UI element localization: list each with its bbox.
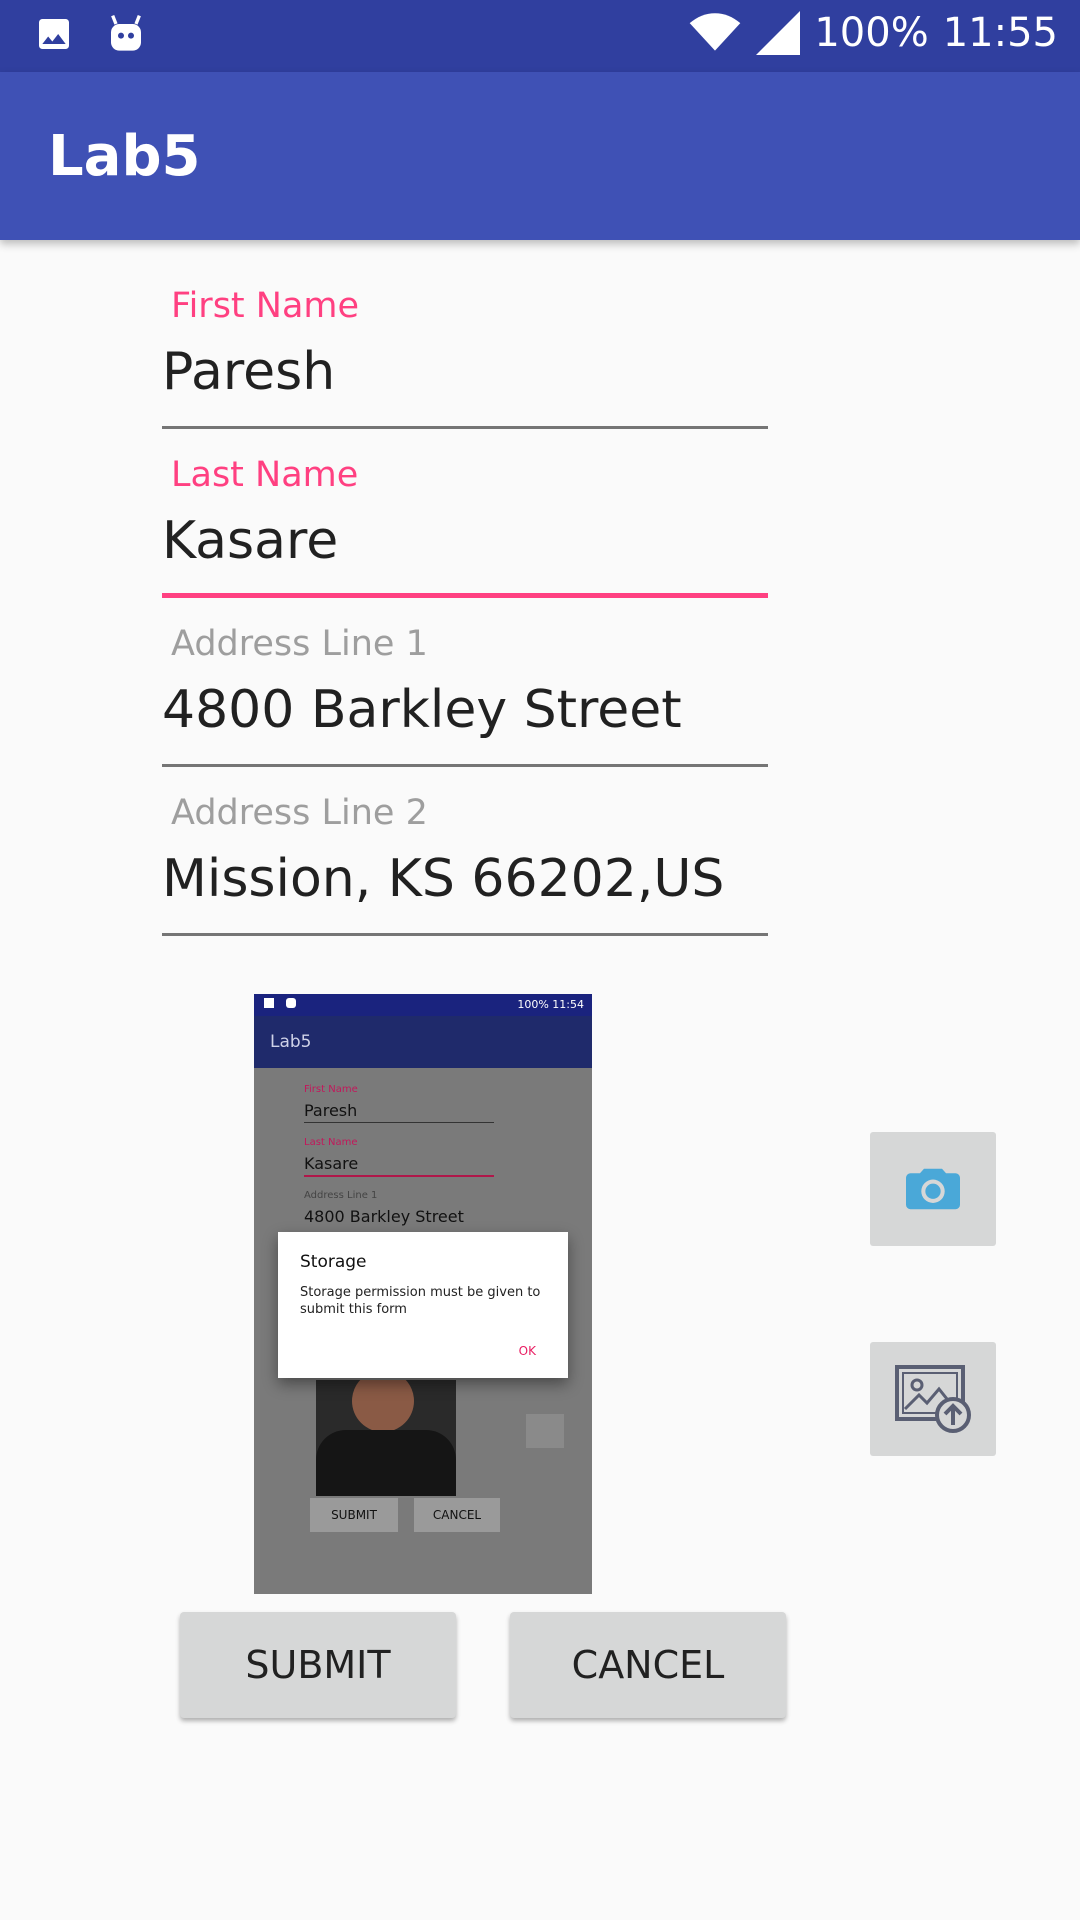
thumb-submit-button: SUBMIT <box>310 1498 398 1532</box>
thumb-gallery-button <box>526 1414 564 1448</box>
thumb-address-1: Address Line 1 4800 Barkley Street <box>304 1190 494 1226</box>
last-name-field[interactable]: Last Name Kasare <box>162 455 768 605</box>
thumb-status-text: 100% 11:54 <box>517 998 584 1011</box>
android-icon <box>111 15 141 51</box>
first-name-input[interactable]: Paresh <box>162 342 335 402</box>
thumb-address-1-value: 4800 Barkley Street <box>304 1207 464 1226</box>
image-upload-icon <box>895 1365 971 1433</box>
wifi-icon <box>690 13 741 51</box>
thumb-last-name-value: Kasare <box>304 1154 359 1173</box>
gallery-upload-button[interactable] <box>870 1342 996 1456</box>
dialog-message: Storage permission must be given to subm… <box>300 1285 541 1317</box>
cancel-button[interactable]: CANCEL <box>510 1612 786 1718</box>
camera-icon <box>906 1168 960 1210</box>
dialog-title: Storage <box>300 1252 367 1272</box>
thumb-cancel-button: CANCEL <box>414 1498 500 1532</box>
image-icon <box>39 19 69 49</box>
address-line-1-field[interactable]: Address Line 1 4800 Barkley Street <box>162 624 768 774</box>
address-line-2-underline <box>162 933 768 936</box>
camera-button[interactable] <box>870 1132 996 1246</box>
first-name-field[interactable]: First Name Paresh <box>162 286 768 436</box>
thumb-image-icon <box>264 998 274 1008</box>
address-line-1-label: Address Line 1 <box>171 624 428 664</box>
thumb-last-name-underline <box>304 1175 494 1177</box>
thumb-last-name-label: Last Name <box>304 1137 358 1148</box>
address-line-2-label: Address Line 2 <box>171 793 428 833</box>
submit-button[interactable]: SUBMIT <box>180 1612 456 1718</box>
thumb-status-bar: 100% 11:54 <box>254 994 592 1016</box>
thumb-first-name-value: Paresh <box>304 1101 358 1120</box>
clock: 11:55 <box>942 10 1058 56</box>
thumb-person-photo <box>316 1380 456 1496</box>
thumb-first-name-label: First Name <box>304 1084 358 1095</box>
last-name-underline <box>162 593 768 598</box>
thumb-address-1-label: Address Line 1 <box>304 1190 378 1201</box>
address-line-2-input[interactable]: Mission, KS 66202,US <box>162 849 724 909</box>
thumb-app-bar: Lab5 <box>254 1016 592 1068</box>
app-bar: Lab5 <box>0 72 1080 240</box>
thumb-first-name-underline <box>304 1122 494 1123</box>
first-name-label: First Name <box>171 286 360 326</box>
storage-permission-dialog: Storage Storage permission must be given… <box>278 1232 568 1378</box>
thumb-last-name: Last Name Kasare <box>304 1137 494 1177</box>
address-line-1-input[interactable]: 4800 Barkley Street <box>162 680 682 740</box>
battery-percent: 100% <box>814 10 929 56</box>
signal-icon <box>756 11 801 55</box>
last-name-label: Last Name <box>171 455 359 495</box>
thumb-app-title: Lab5 <box>270 1032 312 1052</box>
status-bar: 100% 11:55 <box>0 0 1080 72</box>
thumb-first-name: First Name Paresh <box>304 1084 494 1123</box>
last-name-input[interactable]: Kasare <box>162 511 338 571</box>
address-line-1-underline <box>162 764 768 767</box>
thumb-android-icon <box>286 998 296 1008</box>
first-name-underline <box>162 426 768 429</box>
dialog-ok-button: OK <box>518 1344 536 1358</box>
address-line-2-field[interactable]: Address Line 2 Mission, KS 66202,US <box>162 793 768 943</box>
app-title: Lab5 <box>48 124 201 189</box>
